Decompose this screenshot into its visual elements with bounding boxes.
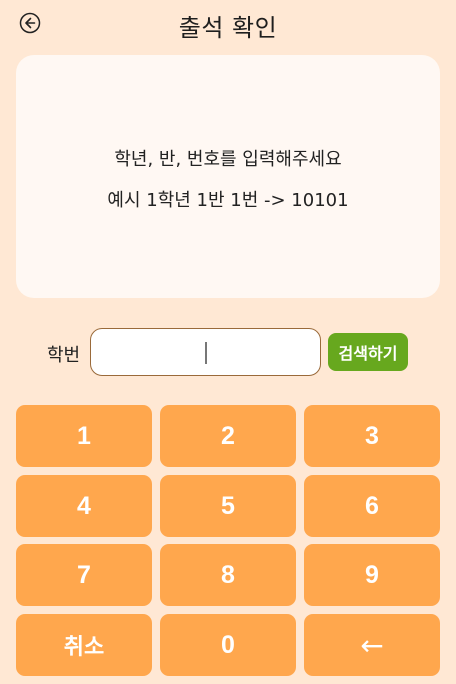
search-button[interactable]: 검색하기 bbox=[328, 333, 408, 371]
student-id-search-row: 학번 검색하기 bbox=[0, 328, 456, 376]
number-keypad: 1 2 3 4 5 6 7 8 9 취소 0 ← bbox=[16, 405, 440, 677]
backspace-key[interactable]: ← bbox=[304, 614, 440, 676]
cancel-key[interactable]: 취소 bbox=[16, 614, 152, 676]
page-title: 출석 확인 bbox=[178, 14, 278, 42]
student-id-label: 학번 bbox=[47, 345, 81, 366]
text-caret bbox=[205, 342, 207, 364]
key-1[interactable]: 1 bbox=[16, 405, 152, 467]
key-0[interactable]: 0 bbox=[160, 614, 296, 676]
student-id-input[interactable] bbox=[90, 328, 321, 376]
attendance-screen: 출석 확인 학년, 반, 번호를 입력해주세요 예시 1학년 1반 1번 -> … bbox=[0, 0, 456, 684]
key-4[interactable]: 4 bbox=[16, 475, 152, 537]
example-text: 예시 1학년 1반 1번 -> 10101 bbox=[107, 190, 349, 211]
key-6[interactable]: 6 bbox=[304, 475, 440, 537]
key-5[interactable]: 5 bbox=[160, 475, 296, 537]
key-9[interactable]: 9 bbox=[304, 544, 440, 606]
key-3[interactable]: 3 bbox=[304, 405, 440, 467]
instruction-text: 학년, 반, 번호를 입력해주세요 bbox=[114, 149, 342, 170]
key-2[interactable]: 2 bbox=[160, 405, 296, 467]
key-7[interactable]: 7 bbox=[16, 544, 152, 606]
instruction-card: 학년, 반, 번호를 입력해주세요 예시 1학년 1반 1번 -> 10101 bbox=[16, 55, 440, 298]
key-8[interactable]: 8 bbox=[160, 544, 296, 606]
